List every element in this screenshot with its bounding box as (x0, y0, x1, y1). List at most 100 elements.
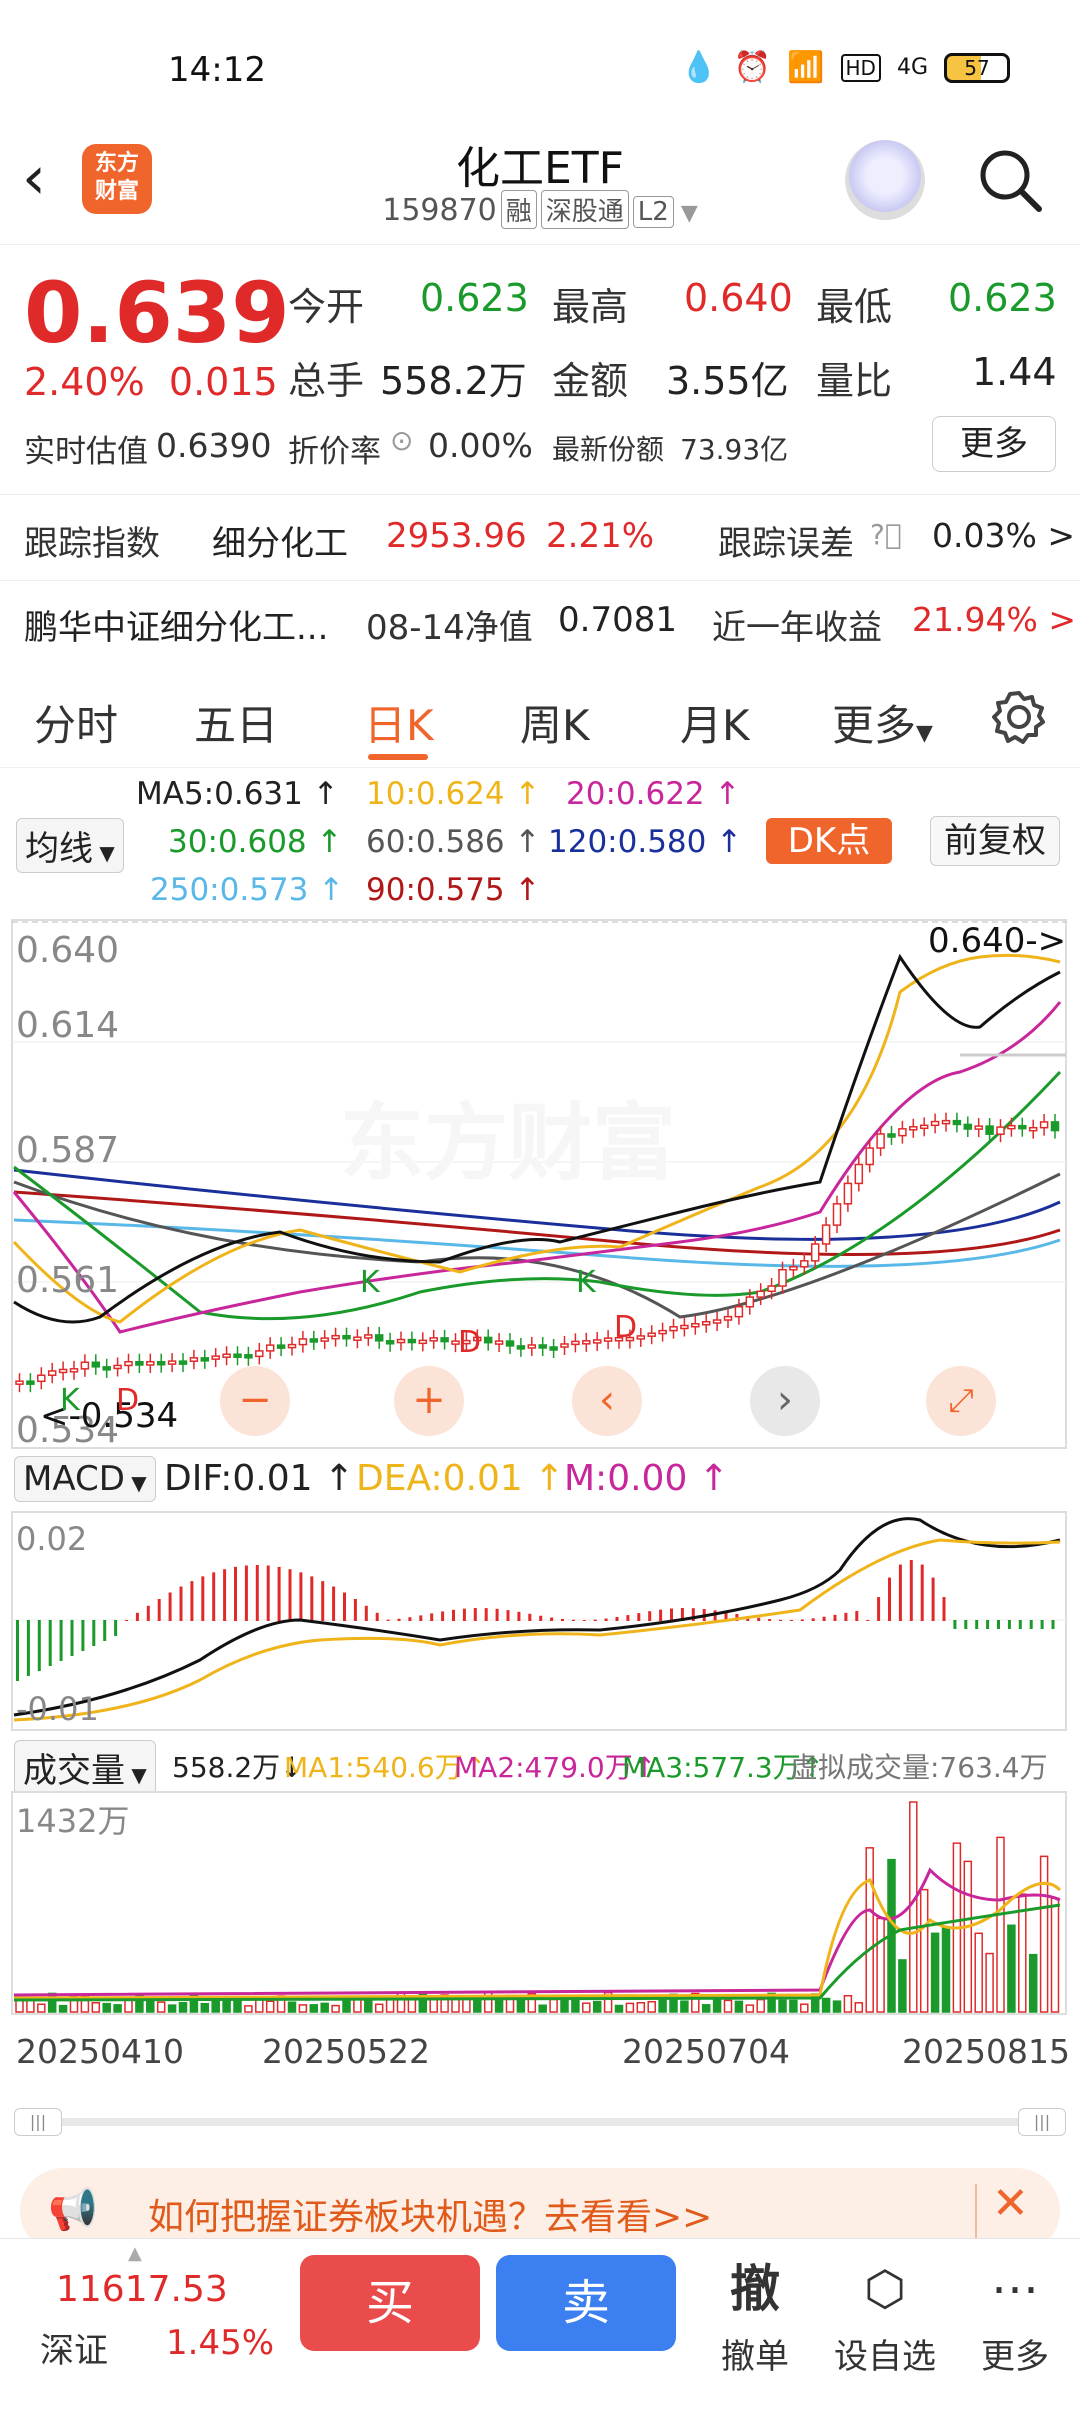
macd-bar (779, 1619, 782, 1621)
settings-gear-icon[interactable] (990, 688, 1048, 746)
help-icon[interactable]: ?⃝ (870, 518, 902, 551)
close-icon[interactable]: ✕ (992, 2178, 1029, 2229)
tracking-error-value[interactable]: 0.03% > (932, 516, 1075, 555)
volume-bar (233, 1998, 242, 2013)
macd-bar (48, 1620, 52, 1666)
candle-body (135, 1360, 144, 1366)
tracking-error-label: 跟踪误差 (718, 524, 854, 564)
candle-body (538, 1344, 547, 1349)
candle-body (832, 1203, 842, 1226)
macd-bar (942, 1597, 946, 1621)
caret-up-icon[interactable]: ▲ (128, 2243, 142, 2264)
dk-point-button[interactable]: DK点 (766, 818, 892, 864)
macd-bar (386, 1619, 390, 1621)
volume-bar (309, 2004, 319, 2013)
banner-text[interactable]: 如何把握证券板块机遇？去看看>> (148, 2188, 712, 2240)
pan-right-button[interactable]: › (750, 1366, 820, 1436)
tab-more[interactable]: 更多▼ (832, 692, 933, 753)
index-value[interactable]: 11617.53 (56, 2269, 228, 2310)
adjust-button[interactable]: 前复权 (930, 816, 1060, 866)
security-code: 159870 (382, 193, 497, 228)
tab-five-day[interactable]: 五日 (194, 692, 278, 753)
volume-bar (974, 1932, 983, 2013)
macd-bar (310, 1576, 314, 1621)
zoom-in-button[interactable]: + (394, 1366, 464, 1436)
macd-bar (135, 1612, 139, 1621)
candle-body (255, 1350, 264, 1358)
macd-bar (299, 1572, 303, 1621)
candle-body (734, 1305, 744, 1318)
tab-intraday[interactable]: 分时 (34, 692, 118, 753)
quote-more-button[interactable]: 更多 (932, 416, 1056, 472)
divider (0, 580, 1080, 581)
range-scrollbar[interactable]: ||| ||| (14, 2108, 1066, 2136)
assistant-robot-icon[interactable] (845, 140, 925, 220)
macd-bar (866, 1620, 870, 1621)
range-handle-right[interactable]: ||| (1018, 2108, 1066, 2136)
tracking-index-name[interactable]: 细分化工 (212, 516, 348, 565)
macd-bar (659, 1609, 663, 1621)
macd-m: M:0.00 ↑ (564, 1458, 729, 1499)
zoom-out-button[interactable]: − (220, 1366, 290, 1436)
macd-dropdown-label: MACD (23, 1459, 125, 1499)
macd-bar (125, 1620, 128, 1621)
volume-dropdown[interactable]: 成交量 ▼ (14, 1740, 156, 1795)
info-icon[interactable]: ⊙ (390, 424, 413, 457)
macd-dropdown[interactable]: MACD ▼ (14, 1456, 156, 1502)
macd-y-top: 0.02 (16, 1520, 87, 1558)
fund-yearly-value[interactable]: 21.94% > (912, 600, 1076, 639)
candle-body (91, 1361, 101, 1368)
add-watchlist-button[interactable]: ⬡ 设自选 (830, 2259, 940, 2378)
high-label: 最高 (552, 285, 629, 329)
candle-body (603, 1337, 613, 1342)
scroll-track (14, 2118, 1066, 2126)
more-button[interactable]: ⋯ 更多 (960, 2259, 1070, 2378)
candle-body (15, 1380, 24, 1385)
premium-label: 折价率 (288, 434, 381, 470)
signal-d: D (116, 1383, 139, 1418)
est-value: 0.6390 (156, 426, 272, 465)
tab-monthly-k[interactable]: 月K (680, 692, 750, 753)
tag-connect: 深股通 (540, 190, 629, 229)
candle-body (287, 1343, 297, 1349)
range-handle-left[interactable]: ||| (14, 2108, 62, 2136)
macd-bar (757, 1617, 761, 1621)
buy-button[interactable]: 买 (300, 2255, 480, 2351)
tab-weekly-k[interactable]: 周K (520, 692, 590, 753)
ma60-label: 60:0.586 ↑ (366, 824, 541, 860)
low-value: 0.623 (948, 276, 1057, 320)
status-time: 14:12 (168, 50, 266, 90)
index-name[interactable]: 深证 (40, 2323, 108, 2372)
fund-name[interactable]: 鹏华中证细分化工... (24, 600, 328, 649)
nav-bar: ‹ 东方 财富 化工ETF 159870 融深股通 L2 ▼ (0, 120, 1080, 245)
pan-left-button[interactable]: ‹ (572, 1366, 642, 1436)
candle-body (80, 1361, 90, 1370)
candle-body (494, 1340, 504, 1345)
macd-bar (888, 1577, 891, 1621)
signal-d: D (458, 1325, 481, 1360)
candle-body (211, 1355, 220, 1360)
macd-bar (615, 1616, 619, 1621)
tracking-index-value: 2953.96 (386, 516, 527, 556)
ratio-value: 1.44 (972, 350, 1057, 394)
macd-bar (626, 1615, 630, 1621)
volume-bar (821, 1997, 831, 2013)
macd-bar (909, 1560, 913, 1621)
ma-dropdown[interactable]: 均线 ▼ (16, 818, 124, 873)
fund-nav-label: 08-14净值 (366, 608, 533, 648)
search-icon[interactable] (975, 145, 1045, 215)
cancel-order-button[interactable]: 撤 撤单 (700, 2259, 810, 2378)
sell-button[interactable]: 卖 (496, 2255, 676, 2351)
macd-bar (495, 1608, 499, 1621)
candle-body (876, 1133, 885, 1149)
tab-daily-k[interactable]: 日K (364, 692, 434, 753)
macd-bar (582, 1619, 586, 1621)
candle-body (810, 1243, 820, 1262)
kline-chart[interactable]: 东方财富 0.640 0.614 0.587 0.561 0.534 0.640… (0, 912, 1080, 1452)
macd-bar (898, 1564, 902, 1621)
quote-panel: 0.639 2.40% 0.015 今开 0.623 最高 0.640 最低 0… (0, 250, 1080, 670)
macd-bar (321, 1581, 325, 1621)
fullscreen-button[interactable]: ⤢ (926, 1366, 996, 1436)
candle-body (516, 1345, 526, 1350)
chevron-down-icon[interactable]: ▼ (674, 201, 698, 226)
